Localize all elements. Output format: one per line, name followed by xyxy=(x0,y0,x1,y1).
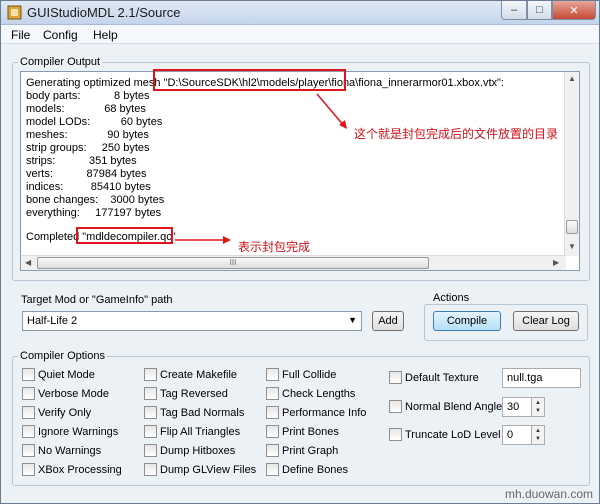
truncate-lod-input[interactable]: 0 xyxy=(502,425,532,445)
print-bones-checkbox[interactable]: Print Bones xyxy=(266,425,339,438)
checkbox-box[interactable] xyxy=(389,428,402,441)
lod-spinner[interactable]: ▲ ▼ xyxy=(531,425,545,445)
actions-label: Actions xyxy=(431,292,472,304)
checkbox-box[interactable] xyxy=(266,368,279,381)
directory-annotation: 这个就是封包完成后的文件放置的目录 xyxy=(354,127,559,141)
app-icon xyxy=(7,5,22,20)
checkbox-box[interactable] xyxy=(266,406,279,419)
annotation-arrow-icon xyxy=(175,236,231,244)
dump-glview-files-checkbox[interactable]: Dump GLView Files xyxy=(144,463,256,476)
full-collide-checkbox[interactable]: Full Collide xyxy=(266,368,336,381)
app-window: GUIStudioMDL 2.1/Source – □ ✕ File Confi… xyxy=(0,0,600,504)
checkbox-box[interactable] xyxy=(22,387,35,400)
xbox-processing-checkbox[interactable]: XBox Processing xyxy=(22,463,122,476)
flip-all-triangles-checkbox[interactable]: Flip All Triangles xyxy=(144,425,240,438)
horizontal-scrollbar[interactable]: ◀ III ▶ xyxy=(21,255,566,270)
compiler-options-label: Compiler Options xyxy=(18,350,107,362)
checkbox-box[interactable] xyxy=(22,368,35,381)
log-line: meshes: 90 bytes xyxy=(26,129,149,141)
close-icon: ✕ xyxy=(569,4,579,17)
checkbox-box[interactable] xyxy=(389,371,402,384)
default-texture-checkbox[interactable]: Default Texture xyxy=(389,371,479,384)
target-mod-label: Target Mod or "GameInfo" path xyxy=(21,294,173,306)
quiet-mode-checkbox[interactable]: Quiet Mode xyxy=(22,368,95,381)
scroll-left-icon[interactable]: ◀ xyxy=(25,258,31,267)
clear-log-button[interactable]: Clear Log xyxy=(513,311,579,331)
checkbox-box[interactable] xyxy=(389,400,402,413)
print-graph-checkbox[interactable]: Print Graph xyxy=(266,444,338,457)
add-button[interactable]: Add xyxy=(372,311,404,331)
spin-up-icon[interactable]: ▲ xyxy=(535,428,541,434)
window-title: GUIStudioMDL 2.1/Source xyxy=(27,5,181,20)
define-bones-checkbox[interactable]: Define Bones xyxy=(266,463,348,476)
log-line: indices: 85410 bytes xyxy=(26,181,151,193)
scroll-up-icon[interactable]: ▲ xyxy=(568,74,576,83)
log-line: models: 68 bytes xyxy=(26,103,146,115)
tag-bad-normals-checkbox[interactable]: Tag Bad Normals xyxy=(144,406,244,419)
create-makefile-checkbox[interactable]: Create Makefile xyxy=(144,368,237,381)
no-warnings-checkbox[interactable]: No Warnings xyxy=(22,444,101,457)
maximize-button[interactable]: □ xyxy=(527,1,552,20)
checkbox-box[interactable] xyxy=(266,425,279,438)
checkbox-box[interactable] xyxy=(22,425,35,438)
verify-only-checkbox[interactable]: Verify Only xyxy=(22,406,91,419)
maximize-icon: □ xyxy=(536,4,543,16)
checkbox-box[interactable] xyxy=(266,463,279,476)
checkbox-box[interactable] xyxy=(22,463,35,476)
verbose-mode-checkbox[interactable]: Verbose Mode xyxy=(22,387,109,400)
horizontal-scroll-thumb[interactable]: III xyxy=(37,257,429,269)
checkbox-box[interactable] xyxy=(144,368,157,381)
blend-angle-spinner[interactable]: ▲ ▼ xyxy=(531,397,545,417)
performance-info-checkbox[interactable]: Performance Info xyxy=(266,406,366,419)
target-mod-value: Half-Life 2 xyxy=(27,315,78,327)
log-line: strip groups: 250 bytes xyxy=(26,142,150,154)
vertical-scroll-thumb[interactable] xyxy=(566,220,578,234)
log-line: bone changes: 3000 bytes xyxy=(26,194,165,206)
log-line: verts: 87984 bytes xyxy=(26,168,147,180)
checkbox-box[interactable] xyxy=(144,425,157,438)
minimize-icon: – xyxy=(510,4,518,16)
vertical-scrollbar[interactable]: ▲ ▼ xyxy=(564,72,579,256)
checkbox-box[interactable] xyxy=(144,406,157,419)
checkbox-box[interactable] xyxy=(144,444,157,457)
menu-help[interactable]: Help xyxy=(93,28,118,42)
compiler-output-label: Compiler Output xyxy=(18,56,103,68)
chevron-down-icon: ▼ xyxy=(348,315,357,325)
close-button[interactable]: ✕ xyxy=(552,1,596,20)
menu-bar: File Config Help xyxy=(1,25,599,44)
spin-up-icon[interactable]: ▲ xyxy=(535,400,541,406)
check-lengths-checkbox[interactable]: Check Lengths xyxy=(266,387,355,400)
checkbox-box[interactable] xyxy=(266,444,279,457)
path-highlight-box xyxy=(153,69,346,91)
checkbox-box[interactable] xyxy=(144,463,157,476)
ignore-warnings-checkbox[interactable]: Ignore Warnings xyxy=(22,425,118,438)
minimize-button[interactable]: – xyxy=(501,1,527,20)
checkbox-box[interactable] xyxy=(144,387,157,400)
log-line: strips: 351 bytes xyxy=(26,155,137,167)
watermark: mh.duowan.com xyxy=(504,487,593,501)
completed-highlight-box xyxy=(76,227,173,244)
spin-down-icon[interactable]: ▼ xyxy=(535,408,541,414)
log-line: model LODs: 60 bytes xyxy=(26,116,163,128)
normal-blend-angle-input[interactable]: 30 xyxy=(502,397,532,417)
menu-file[interactable]: File xyxy=(11,28,30,42)
tag-reversed-checkbox[interactable]: Tag Reversed xyxy=(144,387,228,400)
default-texture-input[interactable]: null.tga xyxy=(502,368,581,388)
scroll-right-icon[interactable]: ▶ xyxy=(553,258,559,267)
dump-hitboxes-checkbox[interactable]: Dump Hitboxes xyxy=(144,444,235,457)
normal-blend-angle-checkbox[interactable]: Normal Blend Angle xyxy=(389,400,502,413)
scroll-down-icon[interactable]: ▼ xyxy=(568,242,576,251)
complete-annotation: 表示封包完成 xyxy=(238,240,311,254)
log-line: everything: 177197 bytes xyxy=(26,207,162,219)
checkbox-box[interactable] xyxy=(22,444,35,457)
checkbox-box[interactable] xyxy=(266,387,279,400)
log-line: body parts: 8 bytes xyxy=(26,90,150,102)
checkbox-box[interactable] xyxy=(22,406,35,419)
spin-down-icon[interactable]: ▼ xyxy=(535,436,541,442)
truncate-lod-checkbox[interactable]: Truncate LoD Level xyxy=(389,428,501,441)
title-bar[interactable]: GUIStudioMDL 2.1/Source – □ ✕ xyxy=(1,1,599,25)
menu-config[interactable]: Config xyxy=(43,28,78,42)
compile-button[interactable]: Compile xyxy=(433,311,501,331)
target-mod-select[interactable]: Half-Life 2 ▼ xyxy=(22,311,362,331)
